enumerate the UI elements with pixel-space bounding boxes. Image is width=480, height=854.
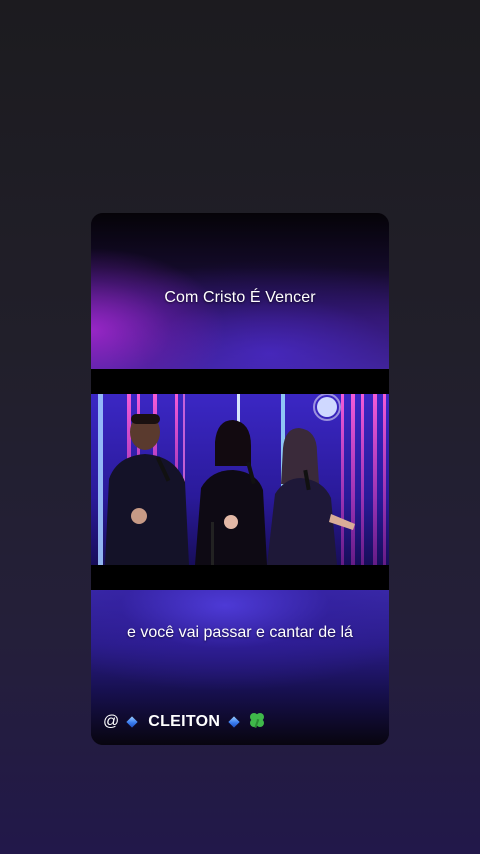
letterbox-bar-bottom [91, 565, 389, 590]
blue-diamond-icon [126, 716, 138, 728]
video-post-card[interactable]: Com Cristo É Vencer e você vai passar e … [91, 213, 389, 745]
creator-handle[interactable]: @ CLEITON [103, 711, 266, 733]
four-leaf-clover-icon [248, 711, 266, 734]
screen-background: { "post": { "title": "Com Cristo É Vence… [0, 0, 480, 854]
blue-diamond-icon [228, 716, 240, 728]
video-frame[interactable] [91, 394, 389, 565]
stage-performance-image [91, 394, 389, 565]
video-title: Com Cristo É Vencer [164, 289, 316, 306]
letterbox-bar-top [91, 369, 389, 394]
lyric-panel: e você vai passar e cantar de lá @ CLEIT… [91, 590, 389, 745]
lyric-caption: e você vai passar e cantar de lá [127, 624, 353, 641]
title-panel: Com Cristo É Vencer [91, 213, 389, 369]
creator-name[interactable]: CLEITON [148, 713, 220, 731]
at-symbol: @ [103, 713, 120, 730]
